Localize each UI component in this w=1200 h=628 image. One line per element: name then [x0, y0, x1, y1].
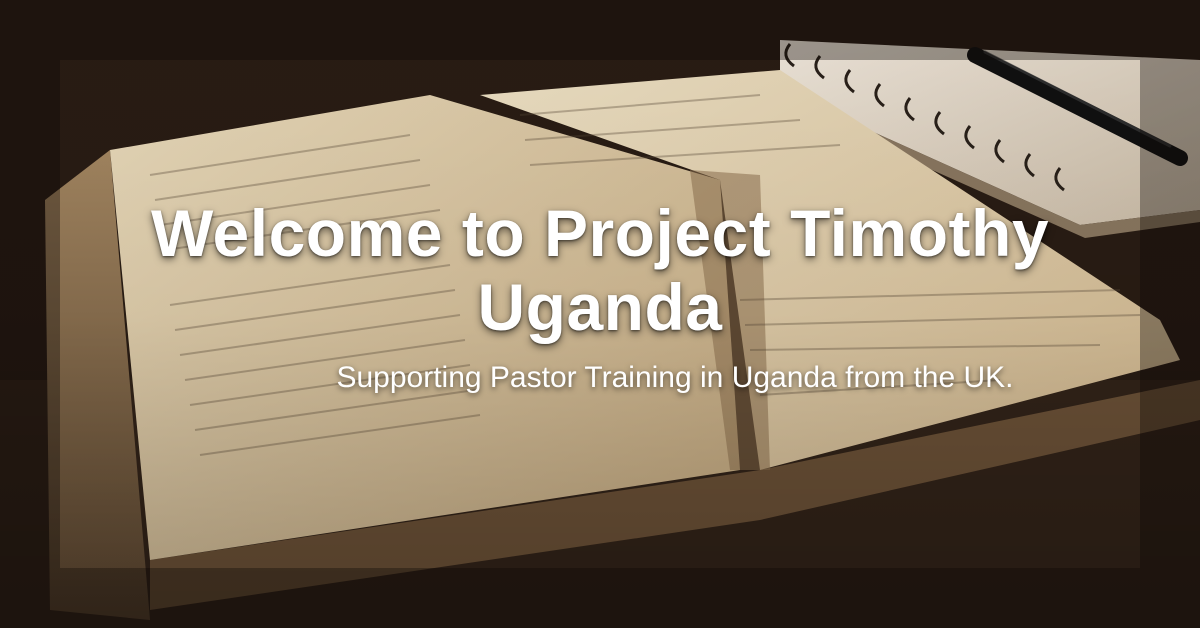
hero-banner: Welcome to Project Timothy Uganda Suppor… — [0, 0, 1200, 628]
page-subtitle: Supporting Pastor Training in Uganda fro… — [336, 361, 1014, 394]
page-title: Welcome to Project Timothy Uganda — [150, 196, 1050, 344]
hero-text: Welcome to Project Timothy Uganda Suppor… — [0, 196, 1200, 396]
